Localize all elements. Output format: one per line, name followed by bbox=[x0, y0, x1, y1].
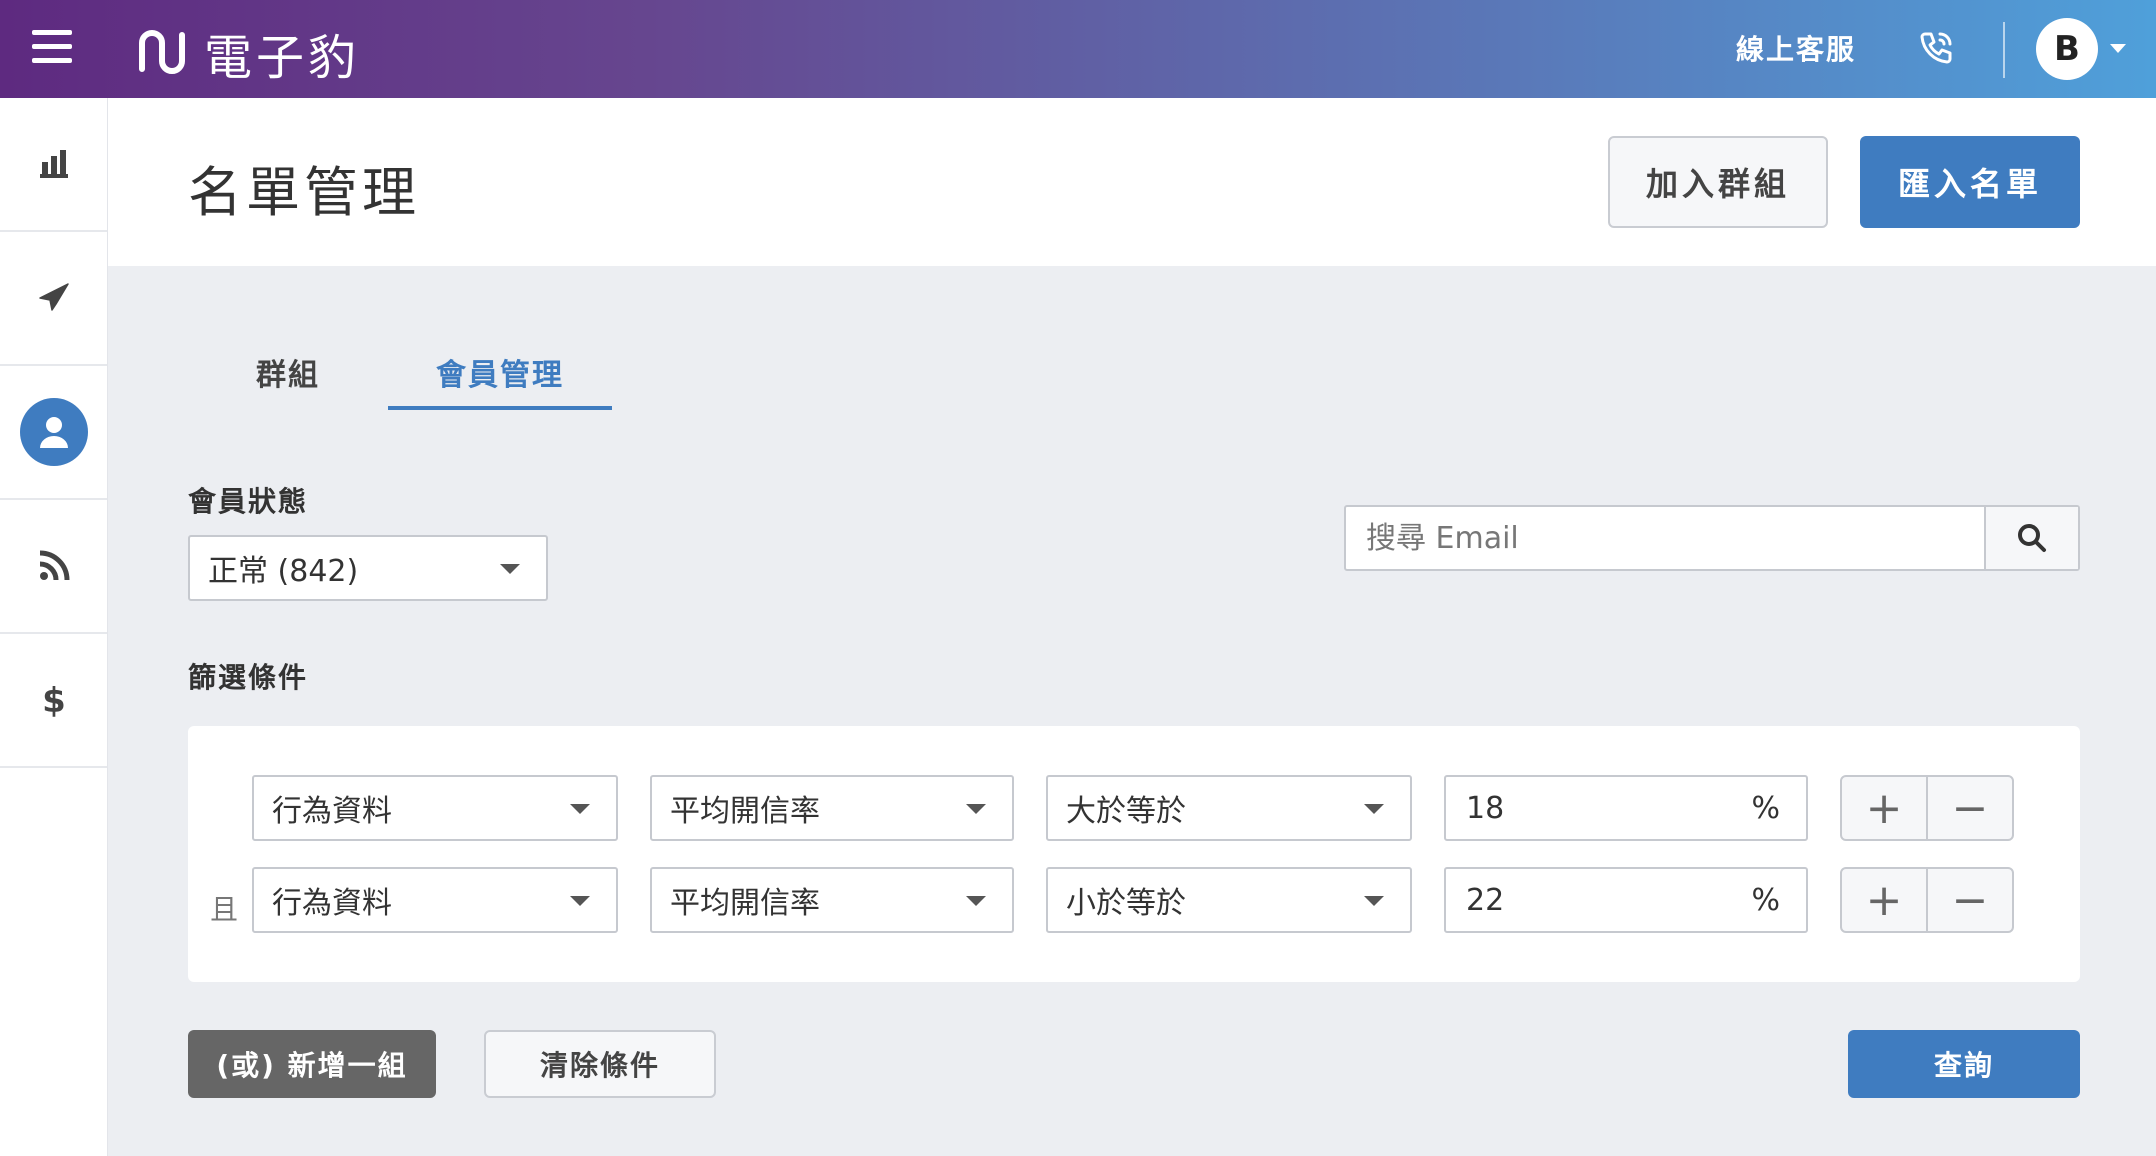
filter-operator-select[interactable]: 大於等於 bbox=[1046, 775, 1412, 841]
chevron-down-icon bbox=[1364, 804, 1384, 814]
filter-value: 22 bbox=[1466, 883, 1505, 918]
filter-category-select[interactable]: 行為資料 bbox=[252, 867, 618, 933]
condition-stepper: + − bbox=[1840, 775, 2014, 841]
filter-metric-select[interactable]: 平均開信率 bbox=[650, 775, 1014, 841]
chevron-down-icon bbox=[570, 896, 590, 906]
user-icon bbox=[39, 417, 68, 448]
filter-operator-value: 大於等於 bbox=[1066, 794, 1186, 829]
sidebar-item-members[interactable] bbox=[0, 366, 107, 500]
chevron-down-icon bbox=[966, 896, 986, 906]
filter-metric-value: 平均開信率 bbox=[670, 794, 820, 829]
tab-member-management[interactable]: 會員管理 bbox=[436, 350, 564, 394]
sidebar-item-campaigns[interactable] bbox=[0, 232, 107, 366]
member-status-value: 正常 (842) bbox=[208, 554, 359, 589]
filter-value: 18 bbox=[1466, 791, 1505, 826]
svg-text:$: $ bbox=[42, 681, 66, 720]
clear-conditions-button[interactable]: 清除條件 bbox=[484, 1030, 716, 1098]
filter-unit: % bbox=[1751, 883, 1780, 918]
active-tab-indicator bbox=[388, 406, 612, 410]
brand-name: 電子豹 bbox=[204, 30, 361, 86]
tab-groups[interactable]: 群組 bbox=[256, 350, 320, 394]
paper-plane-icon bbox=[38, 283, 69, 311]
import-list-button[interactable]: 匯入名單 bbox=[1860, 136, 2080, 228]
filter-panel bbox=[188, 726, 2080, 982]
chevron-down-icon bbox=[500, 564, 520, 574]
bar-chart-icon bbox=[39, 150, 68, 178]
filter-metric-value: 平均開信率 bbox=[670, 886, 820, 921]
filter-metric-select[interactable]: 平均開信率 bbox=[650, 867, 1014, 933]
filter-value-field[interactable]: 18 % bbox=[1444, 775, 1808, 841]
filter-value-field[interactable]: 22 % bbox=[1444, 867, 1808, 933]
chevron-down-icon bbox=[1364, 896, 1384, 906]
member-status-label: 會員狀態 bbox=[188, 485, 309, 518]
brand-logo[interactable]: 電子豹 bbox=[136, 18, 360, 88]
phone-icon[interactable] bbox=[1916, 28, 1956, 68]
remove-condition-button[interactable]: − bbox=[1928, 869, 2012, 931]
rss-icon bbox=[39, 550, 69, 581]
filter-category-select[interactable]: 行為資料 bbox=[252, 775, 618, 841]
sidebar-item-reports[interactable] bbox=[0, 98, 107, 232]
page-title: 名單管理 bbox=[188, 161, 420, 224]
page-header: 名單管理 bbox=[108, 98, 2156, 266]
sidebar-item-rss[interactable] bbox=[0, 500, 107, 634]
search-icon bbox=[2018, 524, 2046, 552]
member-status-select[interactable]: 正常 (842) bbox=[188, 535, 548, 601]
condition-stepper: + − bbox=[1840, 867, 2014, 933]
sidebar-active-indicator bbox=[19, 398, 88, 466]
search-button[interactable] bbox=[1984, 507, 2078, 569]
add-condition-button[interactable]: + bbox=[1842, 777, 1928, 839]
filter-category-value: 行為資料 bbox=[272, 794, 392, 829]
filter-unit: % bbox=[1751, 791, 1780, 826]
logo-mark-icon bbox=[139, 30, 185, 74]
and-connector-label: 且 bbox=[210, 893, 239, 926]
add-to-group-button[interactable]: 加入群組 bbox=[1608, 136, 1828, 228]
remove-condition-button[interactable]: − bbox=[1928, 777, 2012, 839]
chevron-down-icon[interactable] bbox=[2110, 44, 2126, 53]
chevron-down-icon bbox=[966, 804, 986, 814]
sidebar: $ bbox=[0, 98, 108, 1156]
search-input[interactable] bbox=[1346, 507, 1982, 569]
user-avatar[interactable]: B bbox=[2036, 18, 2098, 80]
filter-operator-value: 小於等於 bbox=[1066, 886, 1186, 921]
chevron-down-icon bbox=[570, 804, 590, 814]
filter-conditions-label: 篩選條件 bbox=[188, 661, 309, 694]
filter-operator-select[interactable]: 小於等於 bbox=[1046, 867, 1412, 933]
add-condition-button[interactable]: + bbox=[1842, 869, 1928, 931]
filter-category-value: 行為資料 bbox=[272, 886, 392, 921]
add-or-group-button[interactable]: (或) 新增一組 bbox=[188, 1030, 436, 1098]
query-button[interactable]: 查詢 bbox=[1848, 1030, 2080, 1098]
dollar-icon: $ bbox=[42, 681, 66, 720]
email-search bbox=[1344, 505, 2080, 571]
hamburger-menu-icon[interactable] bbox=[32, 30, 72, 64]
top-bar: 電子豹 線上客服 B bbox=[0, 0, 2156, 98]
sidebar-item-billing[interactable]: $ bbox=[0, 634, 107, 768]
customer-service-link[interactable]: 線上客服 bbox=[1736, 28, 1856, 68]
header-divider bbox=[2003, 22, 2005, 78]
